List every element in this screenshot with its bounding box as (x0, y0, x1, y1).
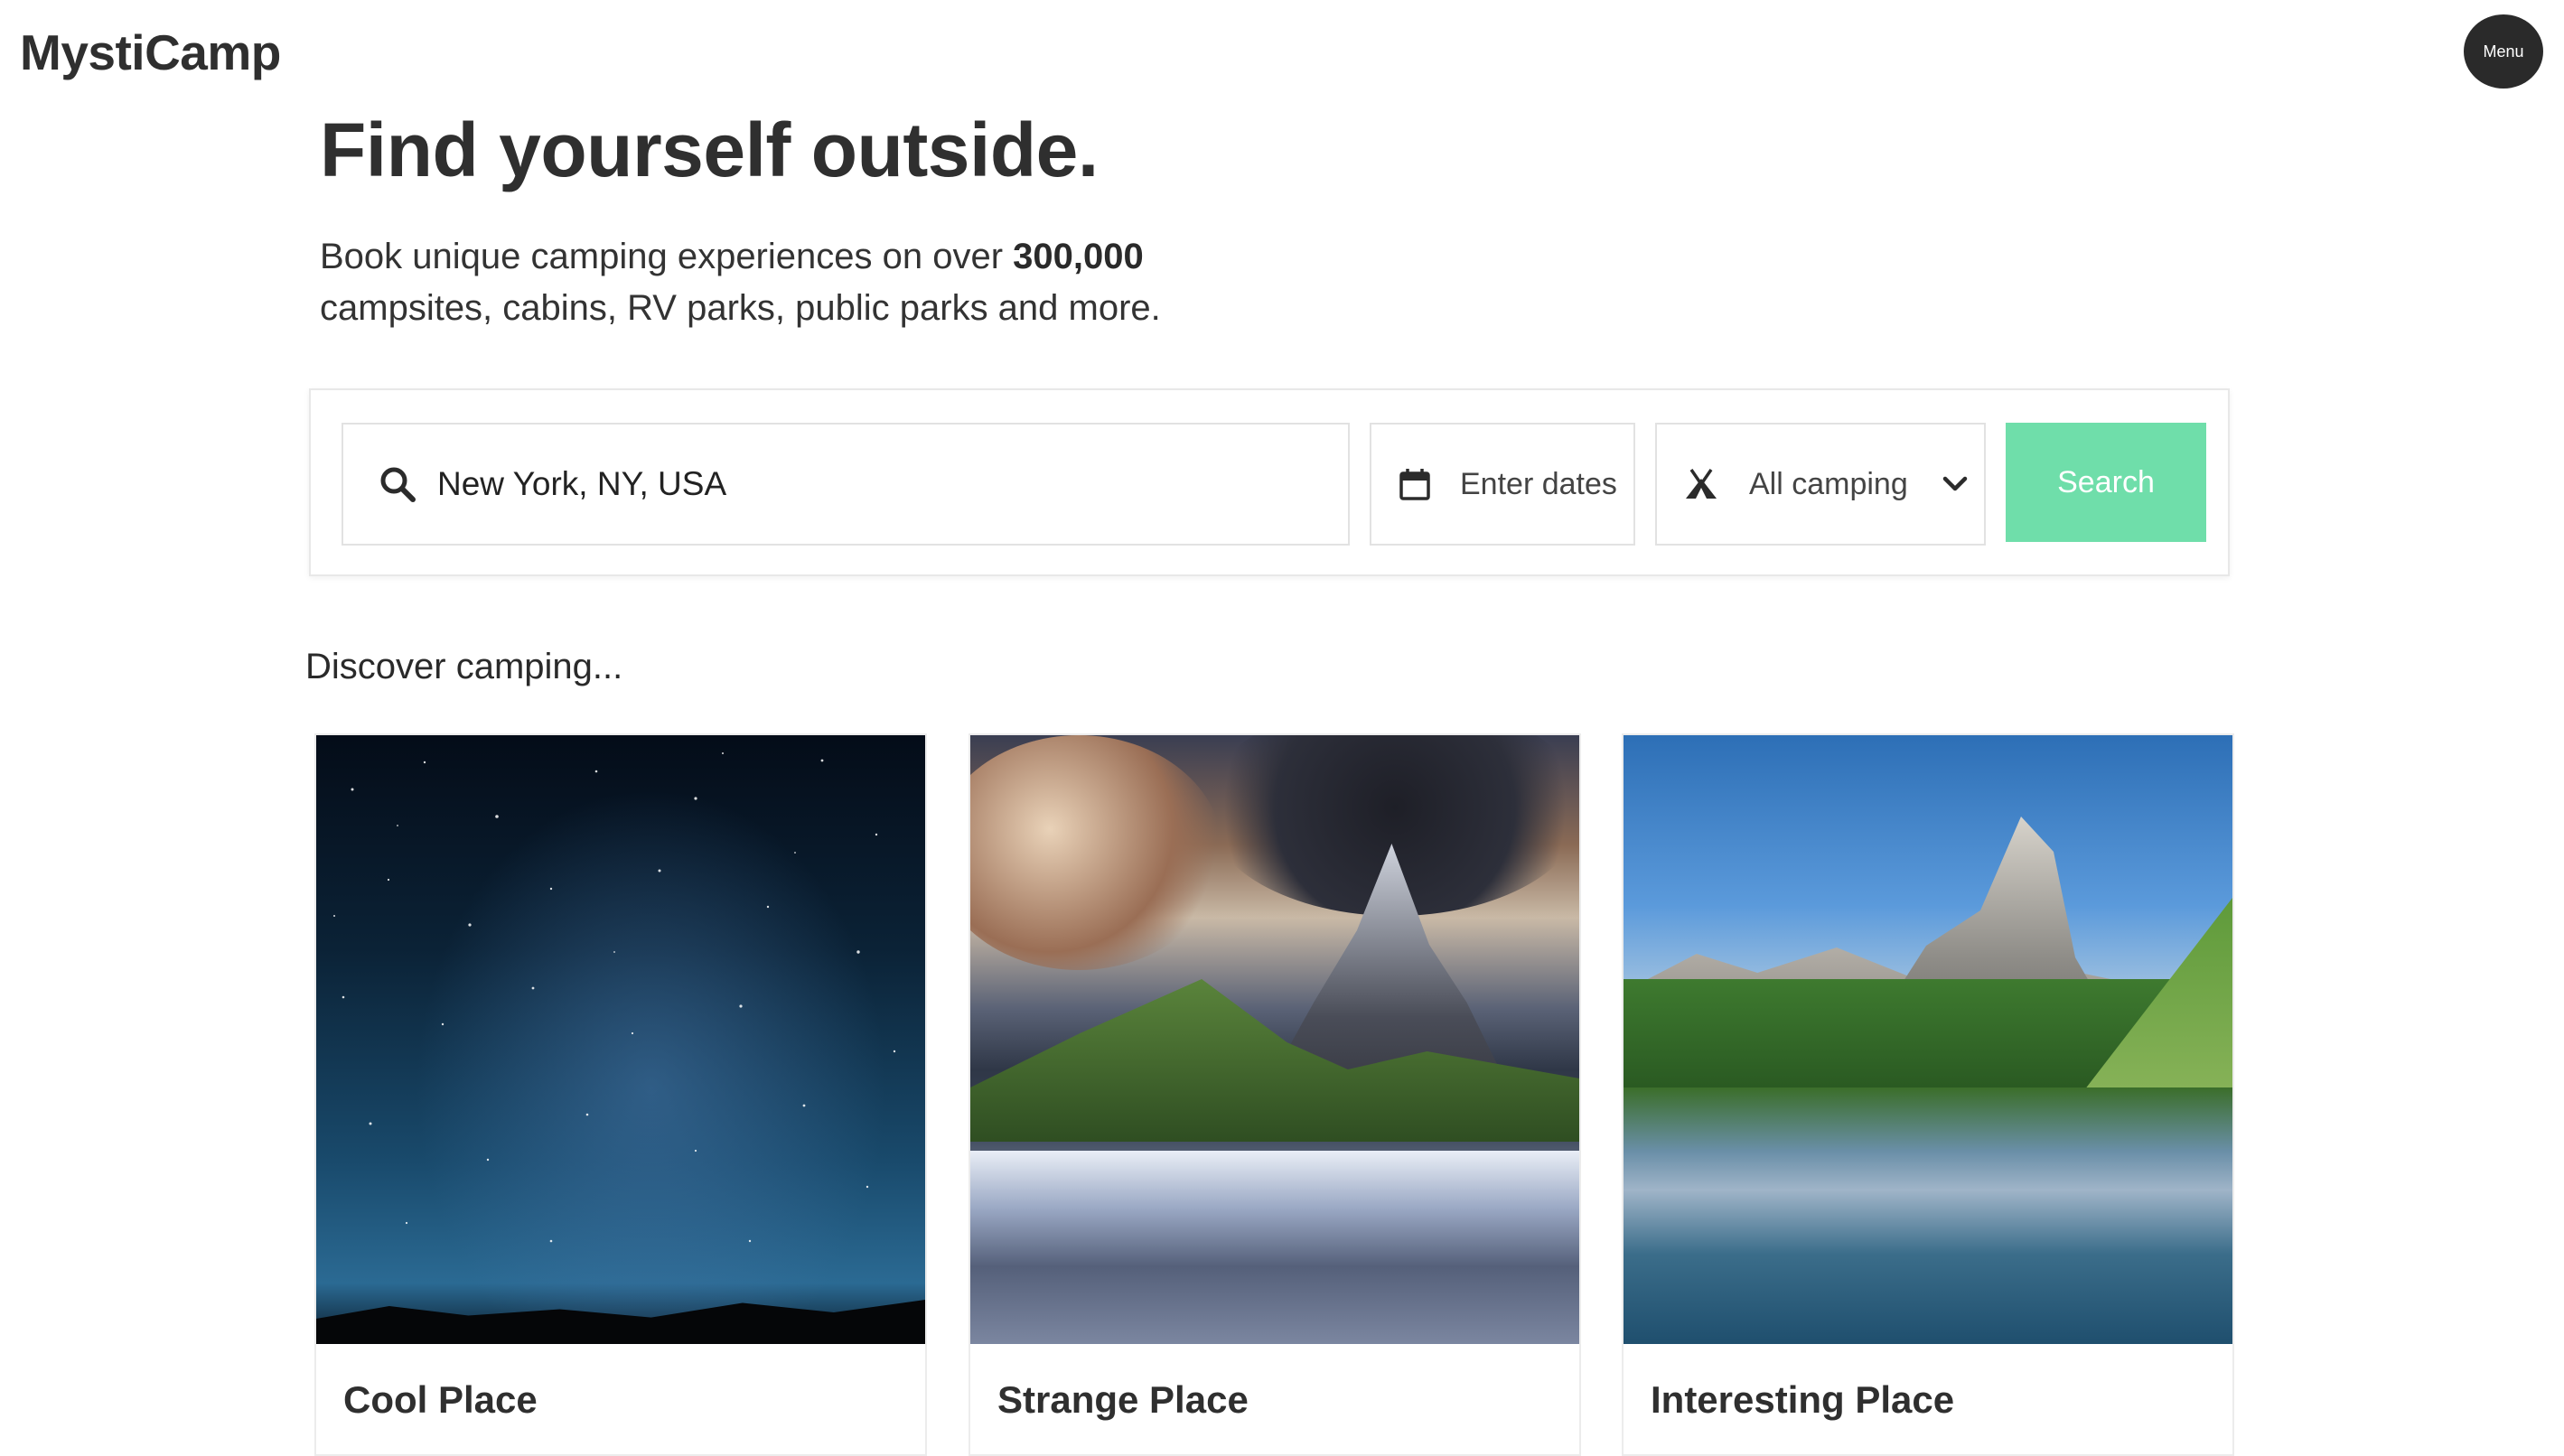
search-panel: Enter dates All camping Search (309, 388, 2230, 576)
place-card-cool[interactable]: Cool Place (314, 733, 927, 1456)
place-title-cool[interactable]: Cool Place (343, 1378, 538, 1422)
calendar-icon (1397, 467, 1433, 501)
search-icon (378, 465, 417, 503)
search-button[interactable]: Search (2006, 423, 2206, 542)
location-field[interactable] (342, 423, 1350, 546)
place-title-interesting[interactable]: Interesting Place (1651, 1378, 1954, 1422)
hero-subtitle-count: 300,000 (1013, 237, 1144, 276)
section-title: Discover camping... (305, 647, 623, 686)
tent-icon (1680, 468, 1722, 500)
hero-subtitle: Book unique camping experiences on over … (320, 231, 1314, 334)
hero-title: Find yourself outside. (320, 107, 1099, 192)
place-image-cool (316, 735, 925, 1344)
menu-button[interactable]: Menu (2464, 14, 2543, 89)
place-card-interesting[interactable]: Interesting Place (1622, 733, 2234, 1456)
chevron-down-icon (1941, 476, 1970, 492)
hero-subtitle-text-2: campsites, cabins, RV parks, public park… (320, 288, 1161, 328)
logo[interactable]: MystiCamp (20, 23, 281, 81)
place-image-interesting (1624, 735, 2232, 1344)
place-card-strange[interactable]: Strange Place (969, 733, 1581, 1456)
location-input[interactable] (437, 465, 1305, 503)
camping-type-label: All camping (1749, 466, 1908, 501)
dates-field[interactable]: Enter dates (1370, 423, 1635, 546)
hero-subtitle-text: Book unique camping experiences on over (320, 237, 1014, 276)
place-image-strange (970, 735, 1579, 1344)
dates-label: Enter dates (1460, 466, 1617, 501)
place-title-strange[interactable]: Strange Place (997, 1378, 1249, 1422)
camping-type-select[interactable]: All camping (1655, 423, 1986, 546)
